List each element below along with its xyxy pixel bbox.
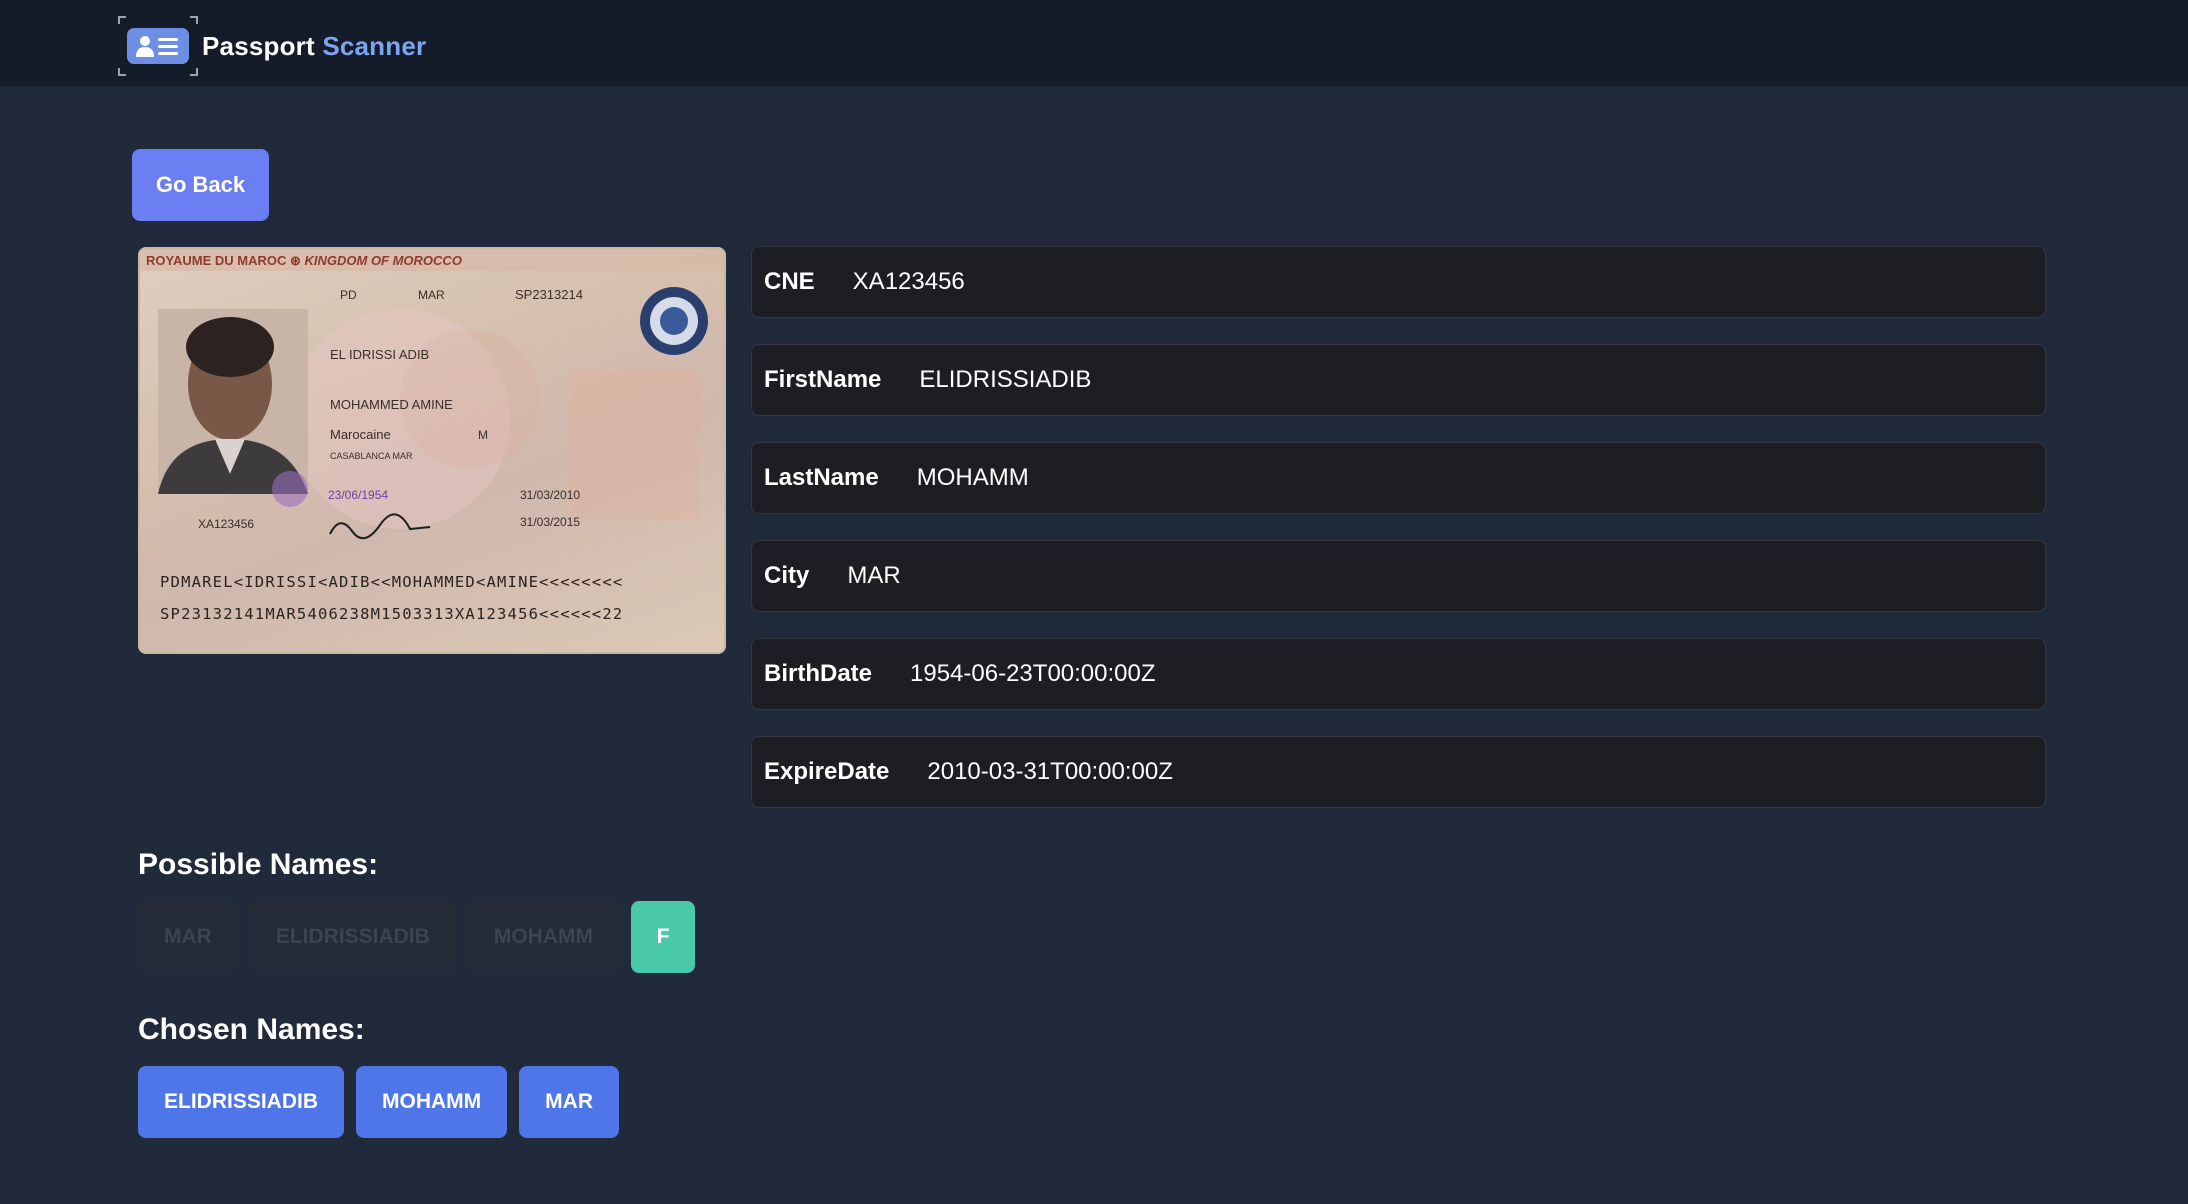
- field-cne: CNE XA123456: [751, 246, 2046, 318]
- field-label: BirthDate: [764, 660, 873, 687]
- field-label: CNE: [764, 268, 815, 295]
- field-value: 1954-06-23T00:00:00Z: [910, 660, 1156, 687]
- field-label: City: [764, 562, 810, 589]
- field-lastname: LastName MOHAMM: [751, 442, 2046, 514]
- passport-type: PD: [340, 288, 357, 302]
- field-value: MOHAMM: [916, 464, 1029, 491]
- brand[interactable]: Passport Scanner: [118, 16, 426, 76]
- possible-names-list: MAR ELIDRISSIADIB MOHAMM F: [138, 901, 695, 973]
- chosen-names-list: ELIDRISSIADIB MOHAMM MAR: [138, 1066, 619, 1138]
- passport-number: SP2313214: [515, 287, 583, 302]
- passport-birth-place: CASABLANCA MAR: [330, 451, 413, 461]
- chosen-name-chip[interactable]: MOHAMM: [356, 1066, 508, 1138]
- field-firstname: FirstName ELIDRISSIADIB: [751, 344, 2046, 416]
- svg-text:ROYAUME DU MAROC ⊛: ROYAUME DU MAROC ⊛ KINGDOM OF MOROCCO: [146, 253, 462, 268]
- brand-word-scanner: Scanner: [322, 30, 427, 61]
- field-value: 2010-03-31T00:00:00Z: [927, 758, 1173, 785]
- field-label: ExpireDate: [764, 758, 890, 785]
- passport-birth-date: 23/06/1954: [328, 488, 388, 502]
- passport-code: MAR: [418, 288, 445, 302]
- passport-sex: M: [478, 428, 488, 442]
- id-card-icon: [118, 16, 198, 76]
- field-value: ELIDRISSIADIB: [919, 366, 1092, 393]
- passport-issue-date: 31/03/2010: [520, 488, 580, 502]
- field-city: City MAR: [751, 540, 2046, 612]
- passport-header: ROYAUME DU MAROC: [146, 253, 287, 268]
- passport-mrz-line-2: SP23132141MAR5406238M1503313XA123456<<<<…: [160, 605, 623, 623]
- field-value: MAR: [847, 562, 901, 589]
- field-birthdate: BirthDate 1954-06-23T00:00:00Z: [751, 638, 2046, 710]
- passport-mrz-line-1: PDMAREL<IDRISSI<ADIB<<MOHAMMED<AMINE<<<<…: [160, 573, 623, 591]
- chosen-name-chip[interactable]: MAR: [519, 1066, 619, 1138]
- field-expiredate: ExpireDate 2010-03-31T00:00:00Z: [751, 736, 2046, 808]
- possible-name-chip[interactable]: MOHAMM: [467, 901, 619, 973]
- passport-image: ROYAUME DU MAROC ⊛ KINGDOM OF MOROCCO PD…: [138, 247, 726, 654]
- possible-name-chip[interactable]: ELIDRISSIADIB: [249, 901, 456, 973]
- chosen-name-chip[interactable]: ELIDRISSIADIB: [138, 1066, 345, 1138]
- passport-surname: EL IDRISSI ADIB: [330, 347, 429, 362]
- passport-nationality: Marocaine: [330, 427, 391, 442]
- top-navbar: Passport Scanner: [0, 0, 2188, 87]
- possible-names-heading: Possible Names:: [138, 848, 379, 881]
- possible-name-chip[interactable]: MAR: [138, 901, 238, 973]
- field-value: XA123456: [852, 268, 965, 295]
- emblem-icon: [640, 287, 708, 355]
- passport-given-names: MOHAMMED AMINE: [330, 397, 453, 412]
- field-label: FirstName: [764, 366, 882, 393]
- passport-photo: [158, 309, 308, 494]
- go-back-button[interactable]: Go Back: [132, 149, 269, 221]
- field-label: LastName: [764, 464, 879, 491]
- brand-name: Passport Scanner: [202, 31, 426, 62]
- chosen-names-heading: Chosen Names:: [138, 1013, 365, 1046]
- passport-header-en: KINGDOM OF MOROCCO: [305, 253, 462, 268]
- possible-name-chip[interactable]: F: [631, 901, 695, 973]
- passport-expiry-date: 31/03/2015: [520, 515, 580, 529]
- passport-cnie: XA123456: [198, 517, 254, 531]
- brand-word-passport: Passport: [202, 30, 315, 61]
